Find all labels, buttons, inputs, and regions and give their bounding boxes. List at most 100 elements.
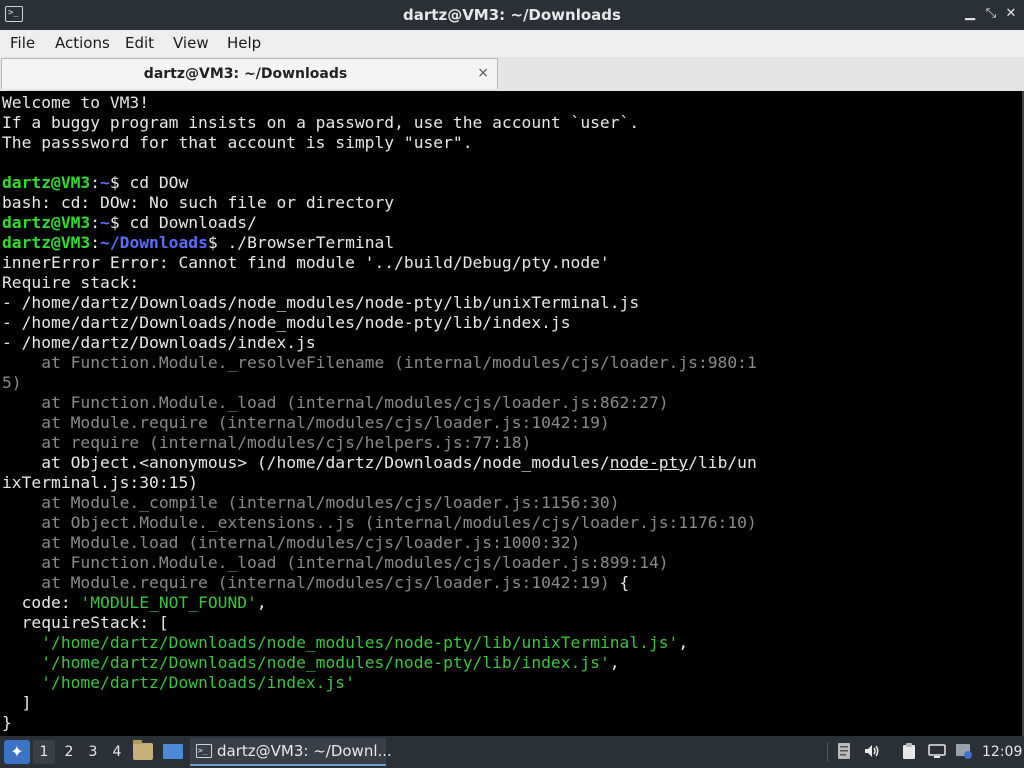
- terminal-line: The passsword for that account is simply…: [2, 133, 757, 153]
- terminal-segment: $ cd DOw: [109, 173, 189, 192]
- network-icon[interactable]: [928, 742, 946, 760]
- terminal-segment: bash: cd: DOw: No such file or directory: [2, 193, 395, 212]
- taskbar-task-terminal[interactable]: >_ dartz@VM3: ~/Downl...: [190, 738, 392, 766]
- terminal-segment: '/home/dartz/Downloads/node_modules/node…: [41, 633, 679, 652]
- maximize-button[interactable]: ⤡: [984, 7, 998, 21]
- terminal-icon: >_: [196, 744, 212, 758]
- terminal-segment: node-pty: [609, 453, 689, 472]
- terminal-segment: ,: [678, 633, 689, 652]
- terminal-segment: at Object.Module._extensions..js (intern…: [2, 513, 757, 532]
- menu-help[interactable]: Help: [227, 30, 261, 57]
- terminal-segment: ~/Downloads: [100, 233, 208, 252]
- terminal-segment: [2, 673, 41, 692]
- start-menu-icon[interactable]: ✦: [4, 740, 30, 764]
- terminal-line: If a buggy program insists on a password…: [2, 113, 757, 133]
- terminal-line: dartz@VM3:~$ cd DOw: [2, 173, 757, 193]
- terminal-segment: :: [90, 173, 101, 192]
- menu-file[interactable]: File: [10, 30, 35, 57]
- terminal-line: at require (internal/modules/cjs/helpers…: [2, 433, 757, 453]
- menu-edit[interactable]: Edit: [125, 30, 154, 57]
- terminal-segment: 5): [2, 373, 22, 392]
- terminal-line: at Module._compile (internal/modules/cjs…: [2, 493, 757, 513]
- terminal-segment: Welcome to VM3!: [2, 93, 150, 112]
- terminal-line: }: [2, 713, 757, 733]
- terminal-line: requireStack: [: [2, 613, 757, 633]
- terminal-segment: at Object.<anonymous> (/home/dartz/Downl…: [2, 453, 610, 472]
- terminal-line: at Object.<anonymous> (/home/dartz/Downl…: [2, 453, 757, 473]
- terminal-segment: :: [90, 233, 101, 252]
- terminal-line: dartz@VM3:~$ cd Downloads/: [2, 213, 757, 233]
- tab-label: dartz@VM3: ~/Downloads: [143, 66, 348, 82]
- menu-actions[interactable]: Actions: [55, 30, 110, 57]
- terminal-segment: }: [2, 713, 12, 732]
- terminal-line: 5): [2, 373, 757, 393]
- terminal-segment: at Module._compile (internal/modules/cjs…: [2, 493, 620, 512]
- tray-separator: [827, 742, 828, 762]
- terminal-segment: at Module.load (internal/modules/cjs/loa…: [2, 533, 581, 552]
- terminal-segment: :: [90, 213, 101, 232]
- workspace-4[interactable]: 4: [106, 740, 128, 764]
- terminal-segment: innerError Error: Cannot find module '..…: [2, 253, 610, 272]
- terminal-segment: [2, 653, 41, 672]
- terminal-line: at Module.require (internal/modules/cjs/…: [2, 573, 757, 593]
- terminal-segment: ~: [100, 213, 110, 232]
- terminal-segment: ~: [100, 173, 110, 192]
- terminal-line: Require stack:: [2, 273, 757, 293]
- terminal-segment: code:: [2, 593, 81, 612]
- show-desktop-icon[interactable]: [163, 744, 183, 759]
- terminal-segment: [2, 633, 41, 652]
- volume-icon[interactable]: [863, 742, 881, 760]
- tab-terminal[interactable]: dartz@VM3: ~/Downloads ×: [1, 58, 498, 89]
- close-button[interactable]: ✕: [1004, 7, 1018, 21]
- terminal-line: '/home/dartz/Downloads/index.js': [2, 673, 757, 693]
- tab-close-icon[interactable]: ×: [477, 64, 489, 82]
- workspace-1[interactable]: 1: [33, 740, 55, 764]
- terminal-segment: - /home/dartz/Downloads/node_modules/nod…: [2, 313, 571, 332]
- terminal-line: - /home/dartz/Downloads/node_modules/nod…: [2, 313, 757, 333]
- window-titlebar[interactable]: >_ dartz@VM3: ~/Downloads ▁ ⤡ ✕: [0, 0, 1024, 30]
- window-title: dartz@VM3: ~/Downloads: [403, 6, 621, 24]
- terminal-segment: requireStack: [: [2, 613, 169, 632]
- terminal-segment: at Function.Module._resolveFilename (int…: [2, 353, 757, 372]
- terminal-text: Welcome to VM3! If a buggy program insist…: [2, 93, 757, 733]
- file-manager-icon[interactable]: [133, 740, 153, 760]
- terminal-segment: dartz@VM3: [2, 213, 91, 232]
- terminal-segment: {: [609, 573, 630, 592]
- tray-app-icon[interactable]: [835, 742, 853, 760]
- workspace-3[interactable]: 3: [82, 740, 104, 764]
- terminal-segment: $ ./BrowserTerminal: [207, 233, 395, 252]
- terminal-line: '/home/dartz/Downloads/node_modules/node…: [2, 633, 757, 653]
- terminal-line: dartz@VM3:~/Downloads$ ./BrowserTerminal: [2, 233, 757, 253]
- terminal-segment: at Function.Module._load (internal/modul…: [2, 393, 669, 412]
- clipboard-icon[interactable]: [900, 742, 918, 760]
- terminal-line: innerError Error: Cannot find module '..…: [2, 253, 757, 273]
- menu-bar: File Actions Edit View Help: [0, 30, 1024, 57]
- terminal-segment: at Module.require (internal/modules/cjs/…: [2, 573, 610, 592]
- terminal-segment: $ cd Downloads/: [109, 213, 257, 232]
- terminal-output[interactable]: Welcome to VM3! If a buggy program insist…: [0, 91, 1022, 736]
- terminal-segment: ,: [609, 653, 620, 672]
- taskbar-task-label: dartz@VM3: ~/Downl...: [217, 742, 392, 760]
- terminal-segment: at Module.require (internal/modules/cjs/…: [2, 413, 610, 432]
- terminal-segment: at Function.Module._load (internal/modul…: [2, 553, 669, 572]
- menu-view[interactable]: View: [173, 30, 209, 57]
- minimize-button[interactable]: ▁: [963, 7, 977, 21]
- terminal-segment: /lib/un: [688, 453, 757, 472]
- terminal-line: ]: [2, 693, 757, 713]
- terminal-segment: ixTerminal.js:30:15): [2, 473, 199, 492]
- terminal-line: - /home/dartz/Downloads/index.js: [2, 333, 757, 353]
- terminal-segment: 'MODULE_NOT_FOUND': [80, 593, 257, 612]
- terminal-line: '/home/dartz/Downloads/node_modules/node…: [2, 653, 757, 673]
- terminal-line: at Function.Module._load (internal/modul…: [2, 393, 757, 413]
- terminal-segment: dartz@VM3: [2, 173, 91, 192]
- terminal-line: at Object.Module._extensions..js (intern…: [2, 513, 757, 533]
- terminal-line: at Module.load (internal/modules/cjs/loa…: [2, 533, 757, 553]
- update-notifier-icon[interactable]: [955, 742, 973, 760]
- terminal-line: ixTerminal.js:30:15): [2, 473, 757, 493]
- terminal-line: bash: cd: DOw: No such file or directory: [2, 193, 757, 213]
- workspace-2[interactable]: 2: [58, 740, 80, 764]
- clock[interactable]: 12:09: [982, 736, 1022, 768]
- terminal-line: at Function.Module._load (internal/modul…: [2, 553, 757, 573]
- terminal-segment: '/home/dartz/Downloads/node_modules/node…: [41, 653, 610, 672]
- terminal-line: Welcome to VM3!: [2, 93, 757, 113]
